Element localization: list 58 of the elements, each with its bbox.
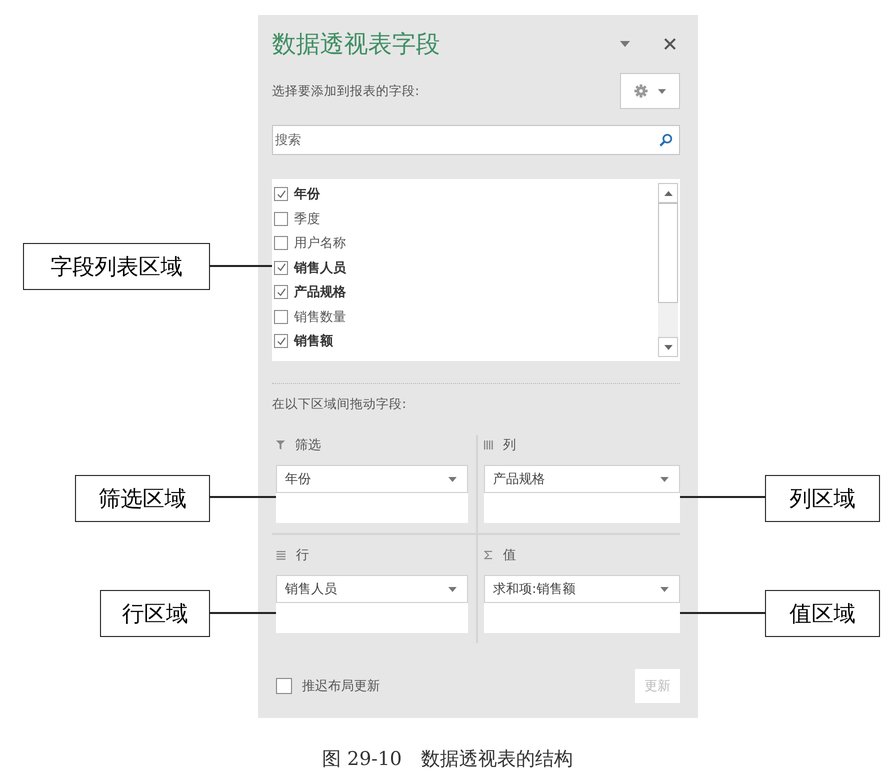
panel-title: 数据透视表字段 — [272, 29, 441, 60]
scroll-thumb[interactable] — [658, 203, 678, 303]
checkbox[interactable] — [274, 187, 288, 202]
instruction-text: 选择要添加到报表的字段: — [272, 82, 420, 100]
leader-line — [210, 612, 276, 614]
drag-hint-text: 在以下区域间拖动字段: — [272, 396, 408, 413]
checkbox[interactable] — [274, 334, 288, 348]
scroll-up-icon[interactable] — [658, 183, 678, 203]
checkbox[interactable] — [274, 260, 288, 275]
sigma-icon — [484, 550, 493, 560]
columns-icon — [484, 440, 493, 450]
callout-label: 行区域 — [100, 590, 210, 637]
checkbox[interactable] — [274, 212, 288, 226]
callout-label: 值区域 — [765, 590, 880, 637]
field-name[interactable]: 销售人员 — [294, 258, 346, 277]
figure-caption: 图 29-10 数据透视表的结构 — [321, 747, 574, 772]
caret-icon — [660, 476, 669, 482]
search-field[interactable]: 搜索 — [272, 125, 680, 155]
funnel-icon — [276, 440, 285, 450]
area-drop-box[interactable]: 求和项:销售额 — [484, 575, 680, 633]
caret-icon — [658, 88, 666, 94]
area-drop-box[interactable]: 年份 — [276, 465, 468, 523]
field-name[interactable]: 季度 — [294, 210, 320, 228]
callout-label: 列区域 — [765, 475, 880, 522]
close-icon[interactable] — [664, 38, 676, 50]
caret-icon — [448, 586, 457, 592]
area-field-dropdown[interactable]: 求和项:销售额 — [484, 575, 680, 603]
rows-icon — [276, 550, 286, 560]
tools-button[interactable] — [620, 73, 680, 109]
defer-update-label[interactable]: 推迟布局更新 — [302, 677, 380, 695]
caret-icon[interactable] — [620, 41, 630, 47]
field-name[interactable]: 用户名称 — [294, 234, 346, 252]
checkbox[interactable] — [276, 678, 292, 694]
area-field-dropdown[interactable]: 产品规格 — [484, 465, 680, 493]
scroll-down-icon[interactable] — [658, 337, 678, 357]
checkbox[interactable] — [274, 310, 288, 324]
caret-icon — [660, 586, 669, 592]
field-name[interactable]: 销售数量 — [294, 308, 346, 326]
caret-icon — [448, 476, 457, 482]
callout-label: 筛选区域 — [75, 475, 210, 522]
area-label: 列 — [503, 437, 516, 454]
checkbox[interactable] — [274, 285, 288, 300]
area-label: 行 — [296, 547, 309, 564]
area-field-dropdown[interactable]: 年份 — [276, 465, 468, 493]
callout-label: 字段列表区域 — [23, 243, 210, 290]
area-label: 值 — [503, 547, 516, 564]
area-drop-box[interactable]: 产品规格 — [484, 465, 680, 523]
search-icon[interactable] — [659, 133, 673, 147]
field-name[interactable]: 产品规格 — [294, 283, 346, 302]
leader-line — [210, 496, 276, 498]
checkbox[interactable] — [274, 236, 288, 250]
leader-line — [210, 265, 272, 267]
area-label: 筛选 — [295, 437, 321, 454]
area-field-dropdown[interactable]: 销售人员 — [276, 575, 468, 603]
gear-icon — [634, 84, 648, 98]
area-drop-box[interactable]: 销售人员 — [276, 575, 468, 633]
field-name[interactable]: 销售额 — [294, 332, 333, 350]
field-name[interactable]: 年份 — [294, 185, 320, 204]
